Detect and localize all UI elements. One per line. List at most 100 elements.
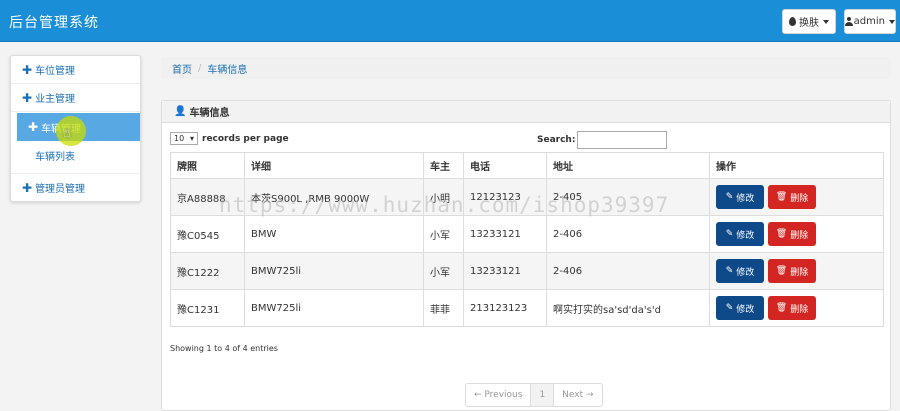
- records-per-page-label: records per page: [202, 133, 289, 144]
- column-header[interactable]: 详细: [244, 152, 424, 179]
- page-number[interactable]: 1: [531, 384, 555, 406]
- panel-title: 车辆信息: [189, 108, 230, 119]
- edit-label: 修改: [736, 267, 755, 278]
- search-input[interactable]: [577, 131, 668, 149]
- sidebar-item-parking[interactable]: ✚ 车位管理: [11, 56, 140, 84]
- cell-detail: BMW725li: [244, 289, 424, 327]
- caret-down-icon: [889, 19, 895, 24]
- delete-label: 删除: [790, 230, 809, 241]
- cell-detail: BMW725li: [244, 252, 424, 290]
- cell-phone: 13233121: [463, 215, 547, 253]
- previous-page-button[interactable]: ← Previous: [466, 384, 532, 406]
- edit-label: 修改: [736, 304, 755, 315]
- caret-down-icon: [823, 19, 829, 24]
- sidebar-subitem-vehicle-list[interactable]: 车辆列表: [35, 148, 75, 163]
- sidebar-item-label: 管理员管理: [35, 184, 86, 195]
- cell-actions: ✎ 修改 🗑 删除: [709, 178, 884, 216]
- column-header[interactable]: 牌照: [170, 152, 245, 179]
- user-label: admin: [853, 16, 885, 27]
- delete-label: 删除: [790, 304, 809, 315]
- plus-icon: ✚: [22, 180, 33, 195]
- edit-button[interactable]: ✎ 修改: [716, 296, 764, 320]
- next-page-button[interactable]: Next →: [554, 384, 601, 406]
- cell-phone: 13233121: [463, 252, 547, 290]
- column-header: 操作: [709, 152, 884, 179]
- delete-button[interactable]: 🗑 删除: [768, 259, 816, 283]
- watermark: https://www.huzhan.com/ishop39397: [219, 193, 670, 217]
- records-per-page-value: 10: [174, 134, 185, 143]
- skin-button[interactable]: 换肤: [782, 9, 836, 34]
- search-label: Search:: [537, 135, 576, 145]
- trash-icon: 🗑: [775, 192, 788, 202]
- panel-header: 👤 车辆信息: [162, 101, 890, 123]
- cell-plate: 豫C0545: [170, 215, 245, 253]
- edit-icon: ✎: [725, 229, 734, 239]
- hand-cursor-icon: ☝: [63, 126, 71, 141]
- delete-label: 删除: [790, 267, 809, 278]
- sidebar-item-label: 车位管理: [35, 66, 76, 77]
- cell-owner: 菲菲: [423, 289, 464, 327]
- records-per-page: 10 ▾ records per page: [170, 132, 289, 145]
- skin-label: 换肤: [799, 18, 819, 29]
- column-header[interactable]: 地址: [546, 152, 710, 179]
- column-header[interactable]: 车主: [423, 152, 464, 179]
- cell-actions: ✎ 修改 🗑 删除: [709, 215, 884, 253]
- chevron-down-icon: ▾: [189, 134, 194, 143]
- app-title: 后台管理系统: [9, 15, 99, 31]
- edit-label: 修改: [736, 230, 755, 241]
- user-icon: [845, 17, 853, 26]
- plus-icon: ✚: [22, 90, 33, 105]
- breadcrumb-separator: /: [198, 62, 202, 74]
- edit-icon: ✎: [725, 303, 734, 313]
- edit-icon: ✎: [725, 192, 734, 202]
- sidebar-item-admins[interactable]: ✚ 管理员管理: [11, 173, 140, 201]
- table-header-row: 牌照 详细 车主 电话 地址 操作: [170, 152, 884, 179]
- cell-owner: 小军: [423, 215, 464, 253]
- cursor-highlight: [56, 116, 86, 146]
- cell-owner: 小军: [423, 252, 464, 290]
- cell-actions: ✎ 修改 🗑 删除: [709, 289, 884, 327]
- plus-icon: ✚: [28, 120, 39, 134]
- delete-button[interactable]: 🗑 删除: [768, 222, 816, 246]
- trash-icon: 🗑: [775, 229, 788, 239]
- user-icon: 👤: [174, 106, 187, 117]
- table-row: 豫C0545 BMW 小军 13233121 2-406 ✎ 修改 🗑 删除: [170, 215, 884, 253]
- table-info: Showing 1 to 4 of 4 entries: [170, 344, 278, 353]
- user-menu-button[interactable]: admin: [844, 9, 896, 34]
- breadcrumb-home[interactable]: 首页: [172, 61, 192, 76]
- sidebar-item-owners[interactable]: ✚ 业主管理: [11, 84, 140, 112]
- table-row: 豫C1231 BMW725li 菲菲 213123123 啊实打实的sa'sd'…: [170, 289, 884, 327]
- trash-icon: 🗑: [775, 303, 788, 313]
- plus-icon: ✚: [22, 62, 33, 77]
- records-per-page-select[interactable]: 10 ▾: [170, 132, 198, 145]
- cell-address: 啊实打实的sa'sd'da's'd: [546, 289, 710, 327]
- pagination: ← Previous 1 Next →: [465, 383, 603, 407]
- table-row: 豫C1222 BMW725li 小军 13233121 2-406 ✎ 修改 🗑 删…: [170, 252, 884, 290]
- top-navbar: 后台管理系统 换肤 admin: [0, 0, 900, 42]
- breadcrumb-current[interactable]: 车辆信息: [207, 61, 247, 76]
- breadcrumb: 首页 / 车辆信息: [161, 57, 891, 79]
- edit-label: 修改: [736, 193, 755, 204]
- edit-button[interactable]: ✎ 修改: [716, 185, 764, 209]
- column-header[interactable]: 电话: [463, 152, 547, 179]
- cell-detail: BMW: [244, 215, 424, 253]
- edit-icon: ✎: [725, 266, 734, 276]
- sidebar: ✚ 车位管理 ✚ 业主管理 ✚ 车辆管理 ☝ 车辆列表 ✚ 管理员管理: [10, 55, 141, 202]
- cell-phone: 213123123: [463, 289, 547, 327]
- trash-icon: 🗑: [775, 266, 788, 276]
- cell-plate: 豫C1222: [170, 252, 245, 290]
- sidebar-item-label: 业主管理: [35, 94, 76, 105]
- vehicle-panel: 👤 车辆信息 10 ▾ records per page Search: 牌照 …: [161, 100, 891, 411]
- tint-icon: [789, 17, 796, 26]
- vehicle-table: 牌照 详细 车主 电话 地址 操作 京A88888 本茨S900L ,RMB 9…: [170, 152, 884, 327]
- cell-address: 2-406: [546, 215, 710, 253]
- delete-button[interactable]: 🗑 删除: [768, 185, 816, 209]
- cell-address: 2-406: [546, 252, 710, 290]
- cell-plate: 豫C1231: [170, 289, 245, 327]
- delete-label: 删除: [790, 193, 809, 204]
- cell-actions: ✎ 修改 🗑 删除: [709, 252, 884, 290]
- edit-button[interactable]: ✎ 修改: [716, 259, 764, 283]
- delete-button[interactable]: 🗑 删除: [768, 296, 816, 320]
- search-area: Search:: [537, 131, 668, 149]
- edit-button[interactable]: ✎ 修改: [716, 222, 764, 246]
